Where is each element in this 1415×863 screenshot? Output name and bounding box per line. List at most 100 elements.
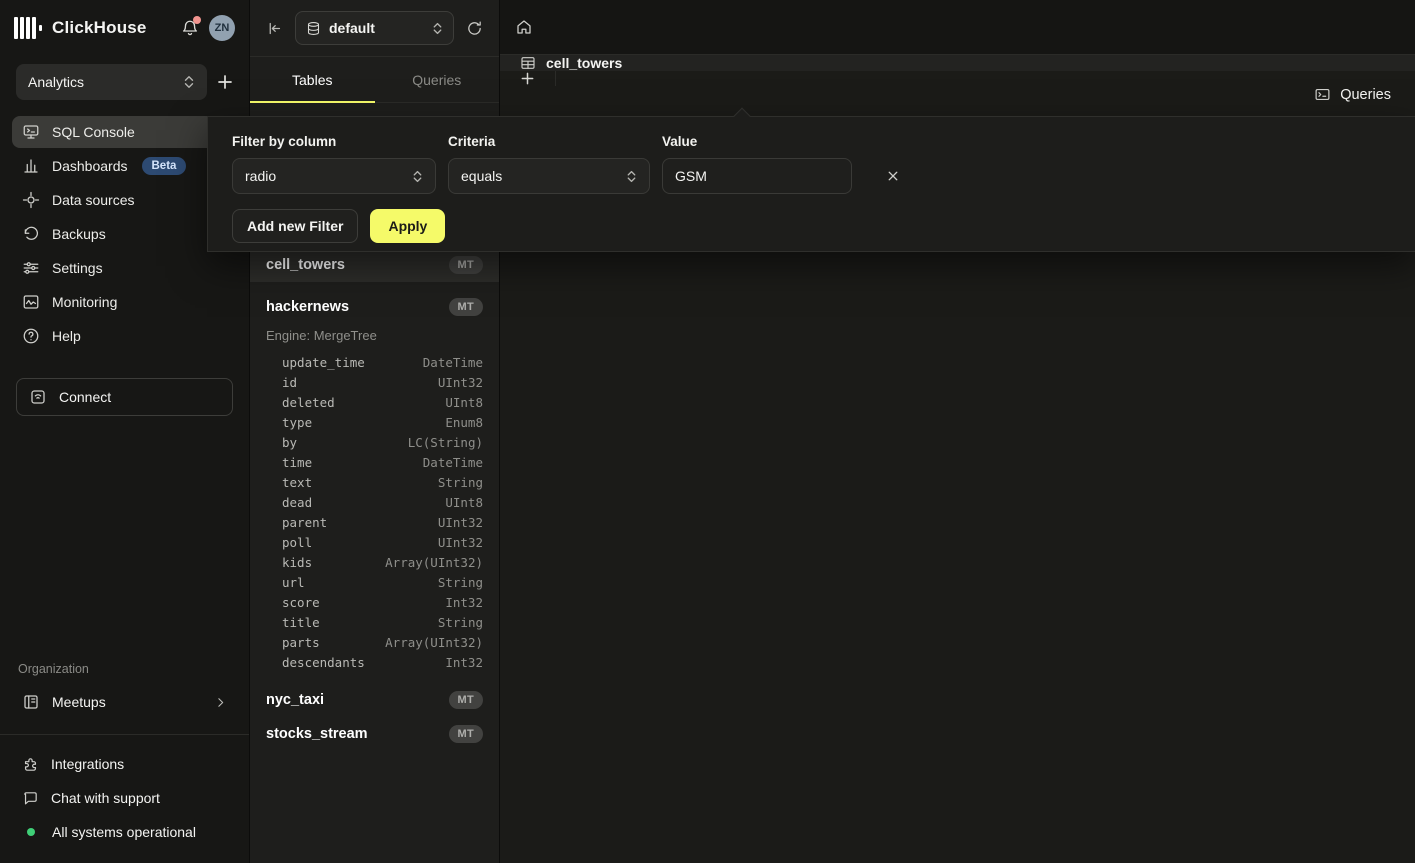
schema-row: parent UInt32 bbox=[282, 513, 483, 533]
filter-column-label: Filter by column bbox=[232, 134, 436, 149]
status-green-dot-icon bbox=[27, 828, 35, 836]
filter-criteria-label: Criteria bbox=[448, 134, 650, 149]
explorer-topbar: default bbox=[250, 0, 499, 57]
tab-cell-towers[interactable]: cell_towers bbox=[500, 55, 1415, 71]
table-item-hackernews[interactable]: hackernews MT bbox=[250, 290, 499, 324]
table-item-stocks-stream[interactable]: stocks_stream MT bbox=[250, 717, 499, 751]
organization-label: Organization bbox=[0, 662, 249, 676]
schema-row: deleted UInt8 bbox=[282, 393, 483, 413]
column-type: UInt32 bbox=[438, 373, 483, 393]
sidebar-item-help[interactable]: Help bbox=[12, 320, 237, 352]
schema-row: score Int32 bbox=[282, 593, 483, 613]
column-name: score bbox=[282, 593, 320, 613]
column-name: descendants bbox=[282, 653, 365, 673]
home-button[interactable] bbox=[500, 0, 548, 54]
refresh-tables-icon[interactable] bbox=[466, 20, 483, 37]
sidebar-item-label: Help bbox=[52, 328, 81, 344]
add-new-filter-button[interactable]: Add new Filter bbox=[232, 209, 358, 243]
sidebar-item-dashboards[interactable]: Dashboards Beta bbox=[12, 150, 237, 182]
remove-filter-button[interactable] bbox=[878, 158, 908, 194]
connect-button[interactable]: Connect bbox=[16, 378, 233, 416]
sidebar-footer: Integrations Chat with support All syste… bbox=[0, 749, 249, 863]
column-type: UInt8 bbox=[445, 393, 483, 413]
database-name: default bbox=[329, 20, 424, 36]
column-name: text bbox=[282, 473, 312, 493]
schema-row: by LC(String) bbox=[282, 433, 483, 453]
sidebar-item-sql-console[interactable]: SQL Console bbox=[12, 116, 237, 148]
column-type: Int32 bbox=[445, 593, 483, 613]
close-icon bbox=[887, 170, 899, 182]
table-item-nyc-taxi[interactable]: nyc_taxi MT bbox=[250, 683, 499, 717]
column-name: update_time bbox=[282, 353, 365, 373]
chevron-updown-icon bbox=[432, 22, 443, 35]
add-service-button[interactable] bbox=[217, 74, 233, 90]
document-tabstrip bbox=[500, 0, 1415, 55]
table-grid-icon bbox=[520, 55, 536, 71]
connect-icon bbox=[29, 388, 47, 406]
chevron-updown-icon bbox=[412, 170, 423, 183]
schema-row: id UInt32 bbox=[282, 373, 483, 393]
database-select[interactable]: default bbox=[295, 11, 454, 45]
filter-column-select[interactable]: radio bbox=[232, 158, 436, 194]
home-icon bbox=[515, 18, 533, 36]
filter-value-label: Value bbox=[662, 134, 852, 149]
sidebar-divider bbox=[0, 734, 249, 735]
clickhouse-logo-icon bbox=[14, 17, 42, 39]
sidebar-item-data-sources[interactable]: Data sources bbox=[12, 184, 237, 216]
schema-row: time DateTime bbox=[282, 453, 483, 473]
table-item-cell-towers[interactable]: cell_towers MT bbox=[250, 248, 499, 282]
column-name: id bbox=[282, 373, 297, 393]
chat-support-link[interactable]: Chat with support bbox=[12, 783, 237, 813]
workspace-select[interactable]: Analytics bbox=[16, 64, 207, 100]
column-name: dead bbox=[282, 493, 312, 513]
tab-tables[interactable]: Tables bbox=[250, 57, 375, 102]
schema-row: dead UInt8 bbox=[282, 493, 483, 513]
collapse-panel-icon[interactable] bbox=[266, 20, 283, 37]
sidebar-item-label: Data sources bbox=[52, 192, 134, 208]
integrations-link[interactable]: Integrations bbox=[12, 749, 237, 779]
system-status-link[interactable]: All systems operational bbox=[12, 817, 237, 847]
meetups-label: Meetups bbox=[52, 694, 106, 710]
brand-title: ClickHouse bbox=[52, 18, 147, 38]
integrations-icon bbox=[22, 756, 39, 773]
connect-label: Connect bbox=[59, 389, 111, 405]
column-name: parent bbox=[282, 513, 327, 533]
filter-popup: Filter by column radio Criteria equals V… bbox=[207, 116, 1415, 252]
queries-button-label: Queries bbox=[1340, 87, 1391, 103]
column-type: String bbox=[438, 573, 483, 593]
sidebar-item-label: SQL Console bbox=[52, 124, 135, 140]
filter-criteria-select[interactable]: equals bbox=[448, 158, 650, 194]
notifications-bell-icon[interactable] bbox=[181, 19, 199, 37]
data-sources-icon bbox=[22, 191, 40, 209]
schema-row: title String bbox=[282, 613, 483, 633]
column-type: Int32 bbox=[445, 653, 483, 673]
engine-label: Engine: MergeTree bbox=[250, 324, 499, 345]
schema-row: update_time DateTime bbox=[282, 353, 483, 373]
explorer-tabs: Tables Queries bbox=[250, 57, 499, 103]
mergetree-badge: MT bbox=[449, 256, 483, 274]
sidebar-item-meetups[interactable]: Meetups bbox=[12, 686, 237, 718]
sidebar-item-monitoring[interactable]: Monitoring bbox=[12, 286, 237, 318]
avatar[interactable]: ZN bbox=[209, 15, 235, 41]
column-type: Array(UInt32) bbox=[385, 633, 483, 653]
apply-filter-button[interactable]: Apply bbox=[370, 209, 445, 243]
tab-queries[interactable]: Queries bbox=[375, 57, 500, 102]
filter-value-input[interactable] bbox=[662, 158, 852, 194]
column-name: by bbox=[282, 433, 297, 453]
chevron-updown-icon bbox=[183, 75, 195, 89]
new-tab-button[interactable] bbox=[500, 71, 556, 86]
sidebar-header: ClickHouse ZN bbox=[0, 0, 249, 56]
column-type: UInt8 bbox=[445, 493, 483, 513]
column-type: DateTime bbox=[423, 353, 483, 373]
column-type: UInt32 bbox=[438, 513, 483, 533]
chat-support-label: Chat with support bbox=[51, 790, 160, 806]
sidebar-item-settings[interactable]: Settings bbox=[12, 252, 237, 284]
tab-label: cell_towers bbox=[546, 55, 622, 71]
system-status-label: All systems operational bbox=[52, 824, 196, 840]
database-icon bbox=[306, 21, 321, 36]
queries-button[interactable]: Queries bbox=[1314, 86, 1391, 103]
chevron-right-icon bbox=[214, 696, 227, 709]
beta-badge: Beta bbox=[142, 157, 187, 175]
sidebar-item-label: Dashboards bbox=[52, 158, 128, 174]
sidebar-item-backups[interactable]: Backups bbox=[12, 218, 237, 250]
